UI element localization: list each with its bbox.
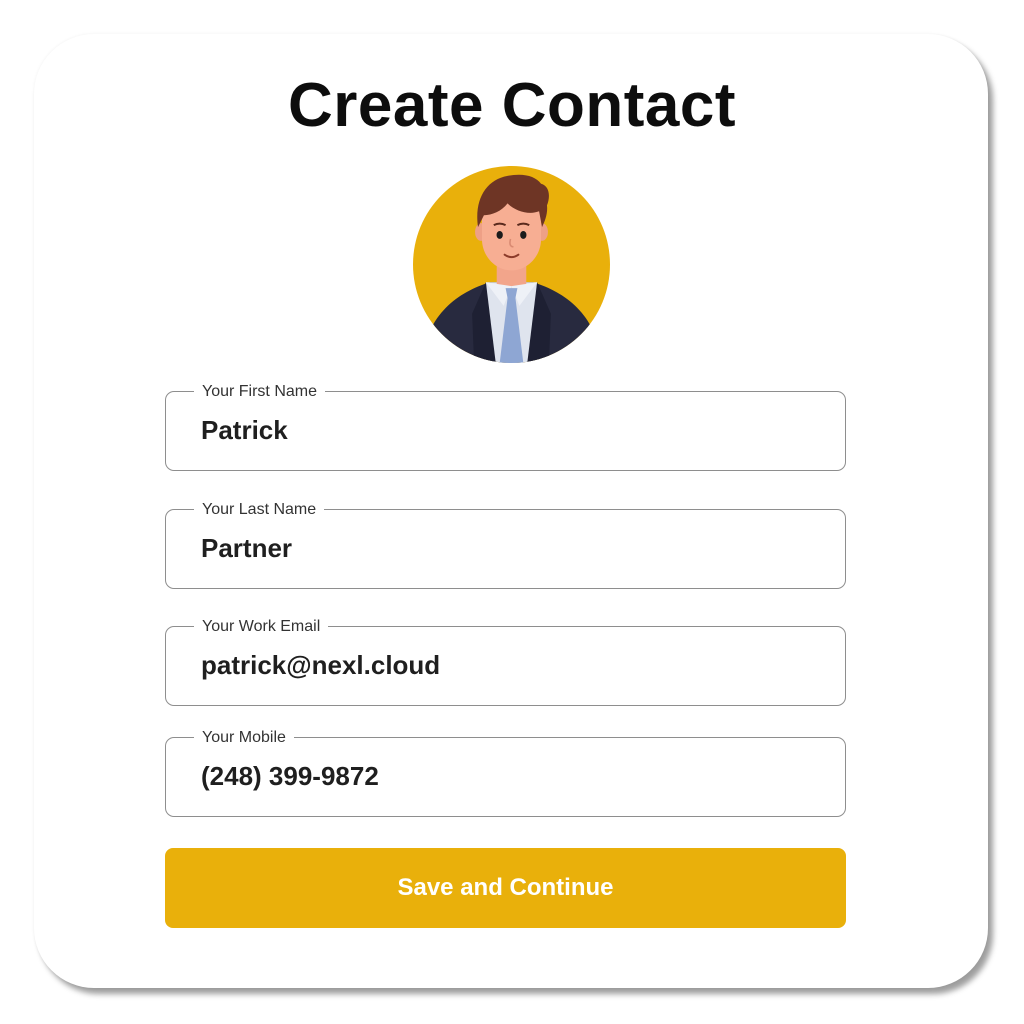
work-email-field[interactable]: Your Work Email patrick@nexl.cloud [165, 617, 846, 706]
mobile-field[interactable]: Your Mobile (248) 399-9872 [165, 728, 846, 817]
page-title: Create Contact [288, 71, 736, 140]
last-name-input[interactable]: Partner [201, 532, 292, 564]
first-name-input[interactable]: Patrick [201, 414, 288, 446]
work-email-input[interactable]: patrick@nexl.cloud [201, 649, 440, 681]
first-name-label: Your First Name [194, 382, 325, 401]
first-name-field[interactable]: Your First Name Patrick [165, 382, 846, 471]
user-avatar-icon[interactable] [413, 166, 610, 363]
work-email-label: Your Work Email [194, 617, 329, 636]
save-and-continue-button[interactable]: Save and Continue [165, 848, 846, 928]
mobile-label: Your Mobile [194, 728, 294, 747]
last-name-field[interactable]: Your Last Name Partner [165, 500, 846, 589]
last-name-label: Your Last Name [194, 500, 325, 519]
mobile-input[interactable]: (248) 399-9872 [201, 760, 379, 792]
